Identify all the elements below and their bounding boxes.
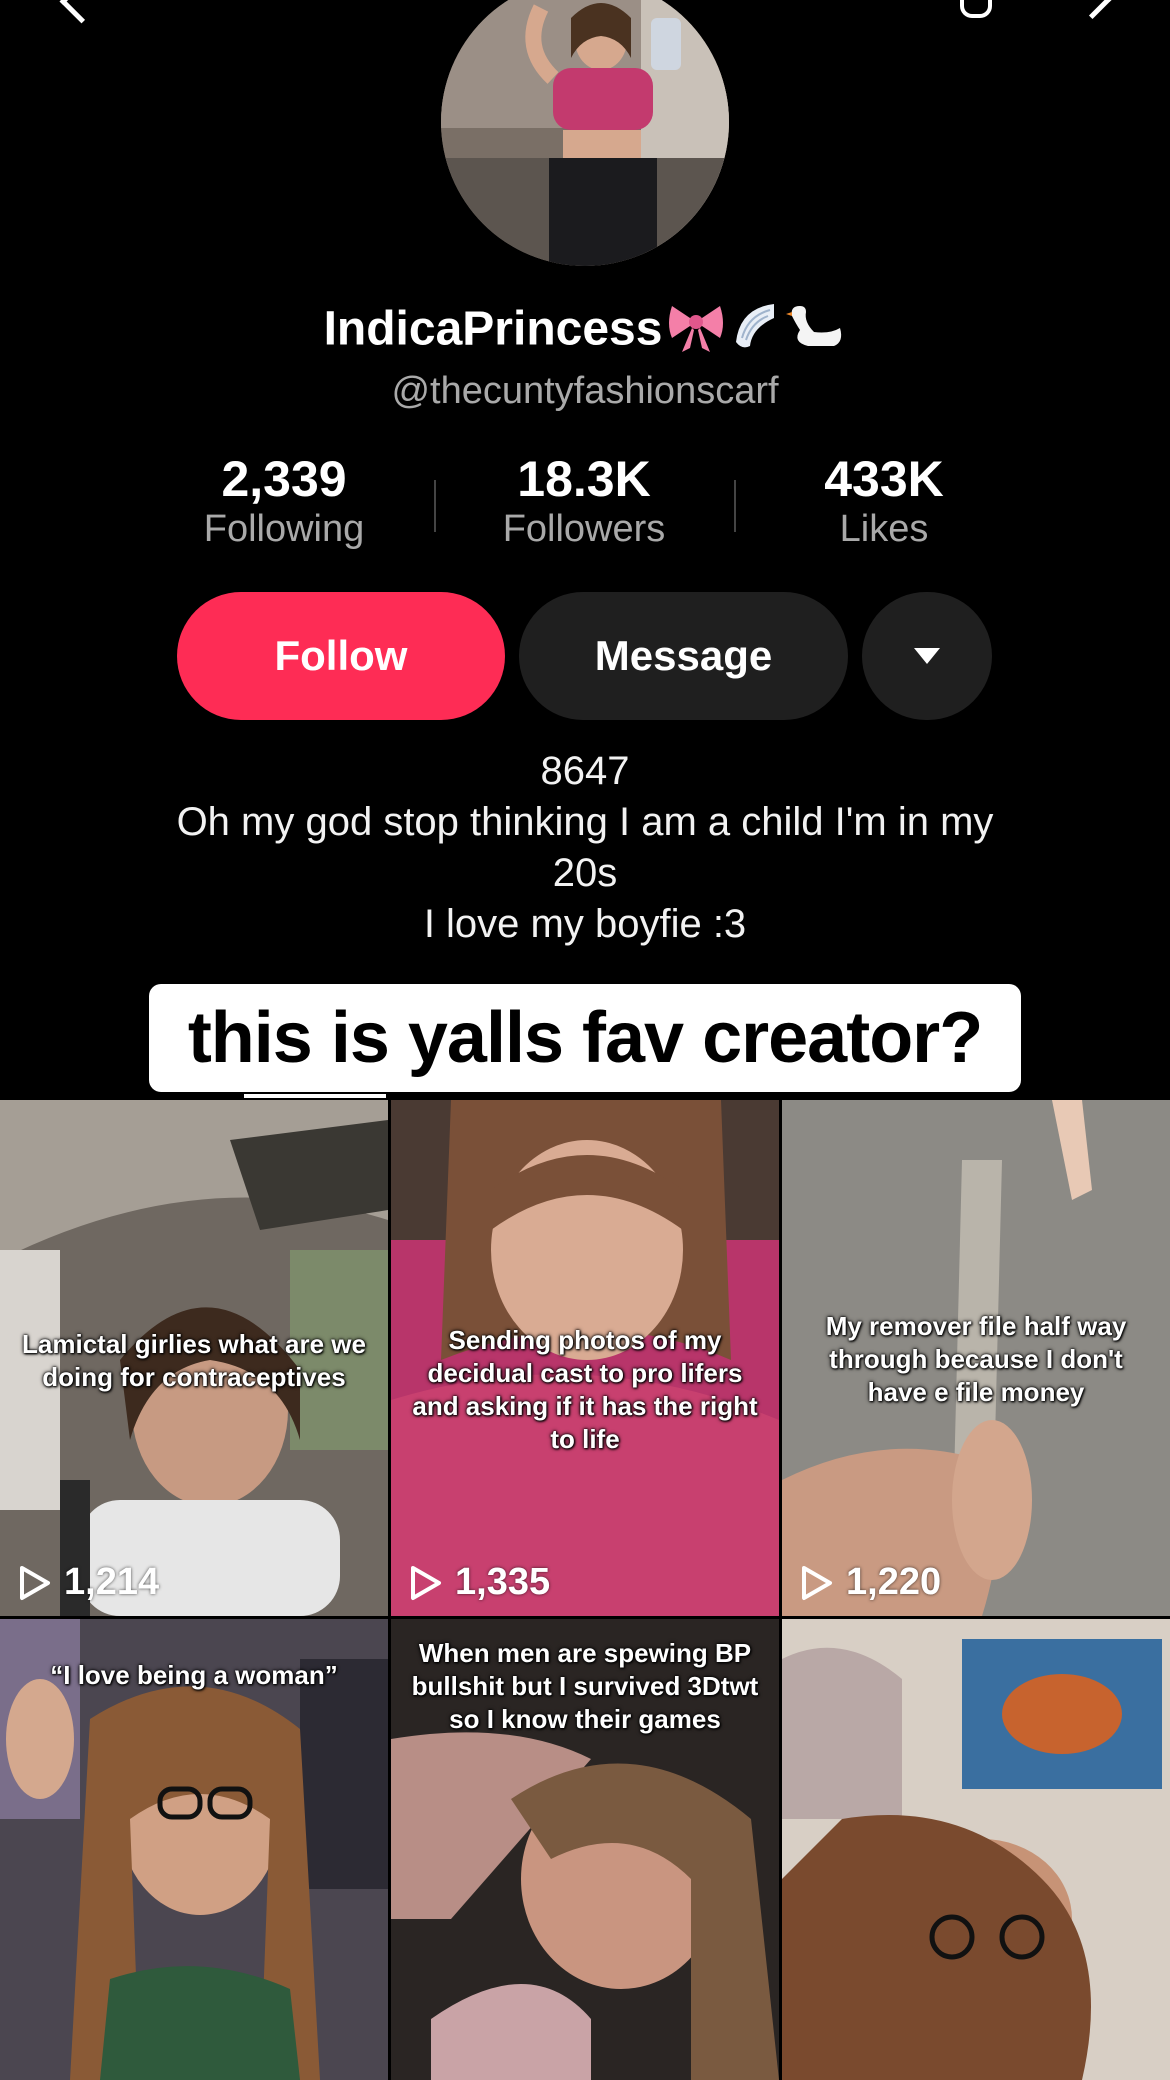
video-caption: Lamictal girlies what are we doing for c… — [22, 1329, 366, 1392]
view-count: 1,214 — [18, 1561, 159, 1604]
notification-bell-icon[interactable] — [960, 0, 992, 18]
stat-value: 433K — [824, 451, 944, 507]
stat-label: Following — [203, 508, 365, 550]
bio-line: 8647 — [540, 749, 630, 793]
more-options-button[interactable] — [862, 592, 992, 720]
bow-emoji-icon — [666, 298, 726, 366]
bio-line: 20s — [552, 851, 618, 895]
overlay-caption-box: this is yalls fav creator? — [149, 984, 1021, 1092]
username-handle: @thecuntyfashionscarf — [391, 370, 779, 412]
video-caption: When men are spewing BP bullshit but I s… — [411, 1638, 759, 1734]
active-tab-indicator — [244, 1094, 386, 1098]
bio-line: Oh my god stop thinking I am a child I'm… — [176, 800, 994, 844]
view-count-value: 1,214 — [64, 1561, 160, 1603]
stat-likes: 433K Likes — [734, 452, 1034, 551]
swan-emoji-icon — [784, 298, 846, 366]
play-icon — [802, 1565, 832, 1600]
video-tile[interactable]: Lamictal girlies what are we doing for c… — [0, 1100, 388, 1616]
stat-label: Followers — [502, 508, 666, 550]
wing-emoji-icon — [730, 298, 780, 366]
video-caption: Sending photos of my decidual cast to pr… — [412, 1325, 758, 1454]
play-icon — [20, 1565, 50, 1600]
overlay-caption-text: this is yalls fav creator? — [187, 998, 983, 1078]
triangle-down-icon — [914, 648, 940, 664]
back-icon[interactable] — [59, 0, 104, 24]
view-count: 1,335 — [409, 1561, 550, 1604]
play-icon — [411, 1565, 441, 1600]
message-button[interactable]: Message — [519, 592, 848, 720]
video-caption: “I love being a woman” — [50, 1660, 338, 1690]
video-grid: Lamictal girlies what are we doing for c… — [0, 1100, 1170, 2080]
video-tile[interactable] — [782, 1619, 1170, 2080]
video-thumbnail — [782, 1619, 1170, 2080]
share-icon[interactable] — [1071, 0, 1114, 20]
avatar[interactable] — [441, 0, 729, 266]
stat-value: 2,339 — [221, 451, 347, 507]
stat-following[interactable]: 2,339 Following — [134, 452, 434, 551]
video-tile[interactable]: “I love being a woman” — [0, 1619, 388, 2080]
stat-label: Likes — [839, 508, 929, 550]
display-name-row: IndicaPrincess — [0, 298, 1170, 366]
profile-bio: 8647 Oh my god stop thinking I am a chil… — [110, 746, 1060, 950]
follow-button[interactable]: Follow — [177, 592, 505, 720]
avatar-photo — [441, 0, 729, 266]
view-count-value: 1,220 — [846, 1561, 942, 1603]
video-caption: My remover file half way through because… — [825, 1311, 1127, 1407]
profile-stats: 2,339 Following 18.3K Followers 433K Lik… — [134, 452, 1034, 562]
view-count-value: 1,335 — [455, 1561, 551, 1603]
stat-followers[interactable]: 18.3K Followers — [434, 452, 734, 551]
bio-line: I love my boyfie :3 — [423, 902, 747, 946]
video-tile[interactable]: Sending photos of my decidual cast to pr… — [391, 1100, 779, 1616]
stat-value: 18.3K — [517, 451, 651, 507]
view-count: 1,220 — [800, 1561, 941, 1604]
video-tile[interactable]: My remover file half way through because… — [782, 1100, 1170, 1616]
video-tile[interactable]: When men are spewing BP bullshit but I s… — [391, 1619, 779, 2080]
display-name: IndicaPrincess — [323, 302, 663, 356]
